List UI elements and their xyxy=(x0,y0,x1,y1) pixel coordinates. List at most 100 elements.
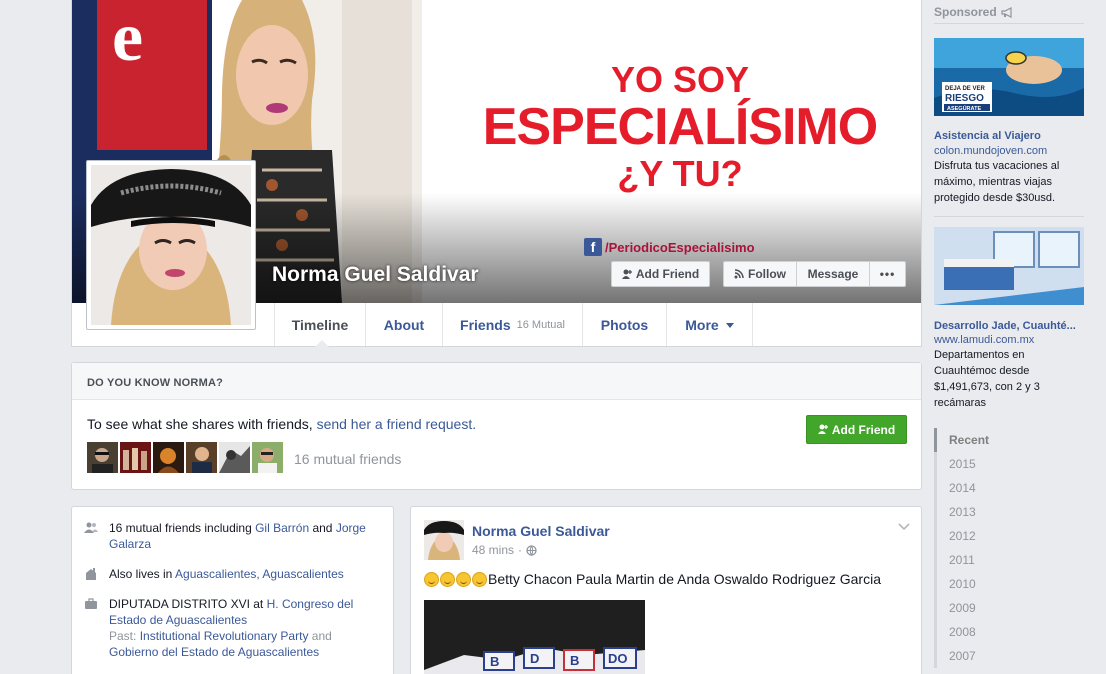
smile-emoji-icon xyxy=(456,571,471,587)
tab-more[interactable]: More xyxy=(667,303,753,346)
ad-url[interactable]: colon.mundojoven.com xyxy=(934,145,1047,157)
post-text: Betty Chacon Paula Martin de Anda Oswald… xyxy=(488,571,881,587)
year-nav-item[interactable]: 2012 xyxy=(934,524,1084,548)
tab-about[interactable]: About xyxy=(366,303,443,346)
cover-slogan-line3: ¿Y TU? xyxy=(617,153,743,194)
tab-timeline[interactable]: Timeline xyxy=(274,303,366,347)
mutual-friend-thumb[interactable] xyxy=(219,442,250,473)
add-friend-green-button[interactable]: Add Friend xyxy=(806,415,907,444)
home-icon xyxy=(86,568,96,580)
year-nav-item[interactable]: 2007 xyxy=(934,644,1084,668)
friend-link-gil[interactable]: Gil Barrón xyxy=(255,521,309,535)
ad-title[interactable]: Desarrollo Jade, Cuauhté... xyxy=(934,320,1089,332)
svg-text:B: B xyxy=(490,654,499,669)
follow-button[interactable]: Follow xyxy=(723,261,797,287)
profile-picture[interactable] xyxy=(86,160,256,330)
follow-label: Follow xyxy=(748,267,786,281)
past-and: and xyxy=(308,629,332,643)
past-label: Past: xyxy=(109,629,140,643)
post-timestamp[interactable]: 48 mins · xyxy=(472,543,537,557)
year-nav-item[interactable]: 2015 xyxy=(934,452,1084,476)
post-author-name[interactable]: Norma Guel Saldivar xyxy=(472,523,610,539)
tab-friends[interactable]: Friends 16 Mutual xyxy=(443,303,583,346)
cover-fb-handle-text: /PeriodicoEspecialisimo xyxy=(605,239,755,255)
lives-place-link[interactable]: Aguascalientes, Aguascalientes xyxy=(175,567,344,581)
profile-name[interactable]: Norma Guel Saldivar xyxy=(272,263,479,287)
svg-text:e: e xyxy=(112,0,143,76)
ad-description: Disfruta tus vacaciones al máximo, mient… xyxy=(934,160,1060,204)
post-photo[interactable]: B D B DO xyxy=(424,600,645,674)
globe-icon xyxy=(526,544,537,556)
tab-timeline-label: Timeline xyxy=(291,316,349,333)
tab-photos[interactable]: Photos xyxy=(583,303,667,346)
svg-text:B: B xyxy=(570,653,579,668)
intro-card: 16 mutual friends including Gil Barrón a… xyxy=(71,506,394,674)
year-nav-item[interactable]: 2011 xyxy=(934,548,1084,572)
post-options-chevron-icon[interactable] xyxy=(897,519,911,533)
friend-request-prompt: To see what she shares with friends, sen… xyxy=(87,416,476,432)
do-you-know-heading: DO YOU KNOW NORMA? xyxy=(72,363,921,400)
ad-image-travel[interactable]: DEJA DE VER RIESGO ASEGÚRATE xyxy=(934,38,1084,116)
intro-lives-in: Also lives in Aguascalientes, Aguascalie… xyxy=(84,566,384,582)
add-friend-icon xyxy=(621,269,632,279)
active-tab-indicator xyxy=(315,340,329,347)
mutual-friends-count[interactable]: 16 mutual friends xyxy=(294,451,401,467)
friend-request-prompt-text: To see what she shares with friends, xyxy=(87,416,317,432)
ad-image-text3: ASEGÚRATE xyxy=(947,105,981,112)
ad-image-apartment[interactable] xyxy=(934,227,1084,305)
tab-friends-label: Friends xyxy=(460,316,511,333)
friends-icon xyxy=(84,522,98,533)
work-title: DIPUTADA DISTRITO XVI xyxy=(109,597,250,611)
ad-url[interactable]: www.lamudi.com.mx xyxy=(934,334,1034,346)
work-at: at xyxy=(249,597,267,611)
mutual-friends-thumbnails xyxy=(87,442,283,473)
post-author-avatar[interactable] xyxy=(424,520,464,560)
svg-text:D: D xyxy=(530,651,539,666)
do-you-know-card: DO YOU KNOW NORMA? To see what she share… xyxy=(71,362,922,490)
add-friend-button[interactable]: Add Friend xyxy=(611,261,710,287)
smile-emoji-icon xyxy=(440,571,455,587)
sponsored-label: Sponsored xyxy=(934,5,997,19)
year-nav-item[interactable]: Recent xyxy=(934,428,1084,452)
post-body: Betty Chacon Paula Martin de Anda Oswald… xyxy=(424,571,881,587)
cover-slogan-line2: ESPECIALÍSIMO xyxy=(482,98,878,156)
divider xyxy=(934,216,1084,217)
post-card: Norma Guel Saldivar 48 mins · Betty Chac… xyxy=(410,506,922,674)
message-label: Message xyxy=(807,267,859,281)
tab-friends-mutual-count: 16 Mutual xyxy=(516,318,565,331)
year-nav-item[interactable]: 2009 xyxy=(934,596,1084,620)
past-org1-link[interactable]: Institutional Revolutionary Party xyxy=(140,629,309,643)
briefcase-icon xyxy=(85,598,97,609)
chevron-down-icon xyxy=(725,323,734,328)
sponsored-heading: Sponsored xyxy=(934,5,1014,19)
divider xyxy=(934,23,1084,24)
year-nav-item[interactable]: 2008 xyxy=(934,620,1084,644)
send-friend-request-link[interactable]: send her a friend request. xyxy=(317,416,477,432)
add-friend-label: Add Friend xyxy=(635,267,700,281)
add-friend-icon xyxy=(817,424,828,434)
mutual-friend-thumb[interactable] xyxy=(87,442,118,473)
ad-title[interactable]: Asistencia al Viajero xyxy=(934,130,1089,142)
year-nav-item[interactable]: 2014 xyxy=(934,476,1084,500)
tab-more-label: More xyxy=(685,316,719,333)
message-button[interactable]: Message xyxy=(796,261,870,287)
intro-friends-prefix: 16 mutual friends including xyxy=(109,521,256,535)
add-friend-green-label: Add Friend xyxy=(831,422,896,437)
year-nav-item[interactable]: 2013 xyxy=(934,500,1084,524)
intro-work: DIPUTADA DISTRITO XVI at H. Congreso del… xyxy=(84,596,384,660)
past-org2-link[interactable]: Gobierno del Estado de Aguascalientes xyxy=(109,645,319,659)
cover-slogan: YO SOY ESPECIALÍSIMO ¿Y TU? xyxy=(445,60,915,194)
mutual-friend-thumb[interactable] xyxy=(186,442,217,473)
intro-and: and xyxy=(309,521,336,535)
year-nav-item[interactable]: 2010 xyxy=(934,572,1084,596)
post-time-text: 48 mins xyxy=(472,543,515,557)
tab-photos-label: Photos xyxy=(600,316,649,333)
mutual-friend-thumb[interactable] xyxy=(120,442,151,473)
megaphone-icon xyxy=(1001,6,1012,18)
mutual-friend-thumb[interactable] xyxy=(252,442,283,473)
timeline-year-nav: Recent 2015 2014 2013 2012 2011 2010 200… xyxy=(934,428,1084,668)
rss-icon xyxy=(734,269,744,279)
more-options-button[interactable]: ••• xyxy=(869,261,906,287)
intro-mutual-friends: 16 mutual friends including Gil Barrón a… xyxy=(84,520,384,552)
mutual-friend-thumb[interactable] xyxy=(153,442,184,473)
